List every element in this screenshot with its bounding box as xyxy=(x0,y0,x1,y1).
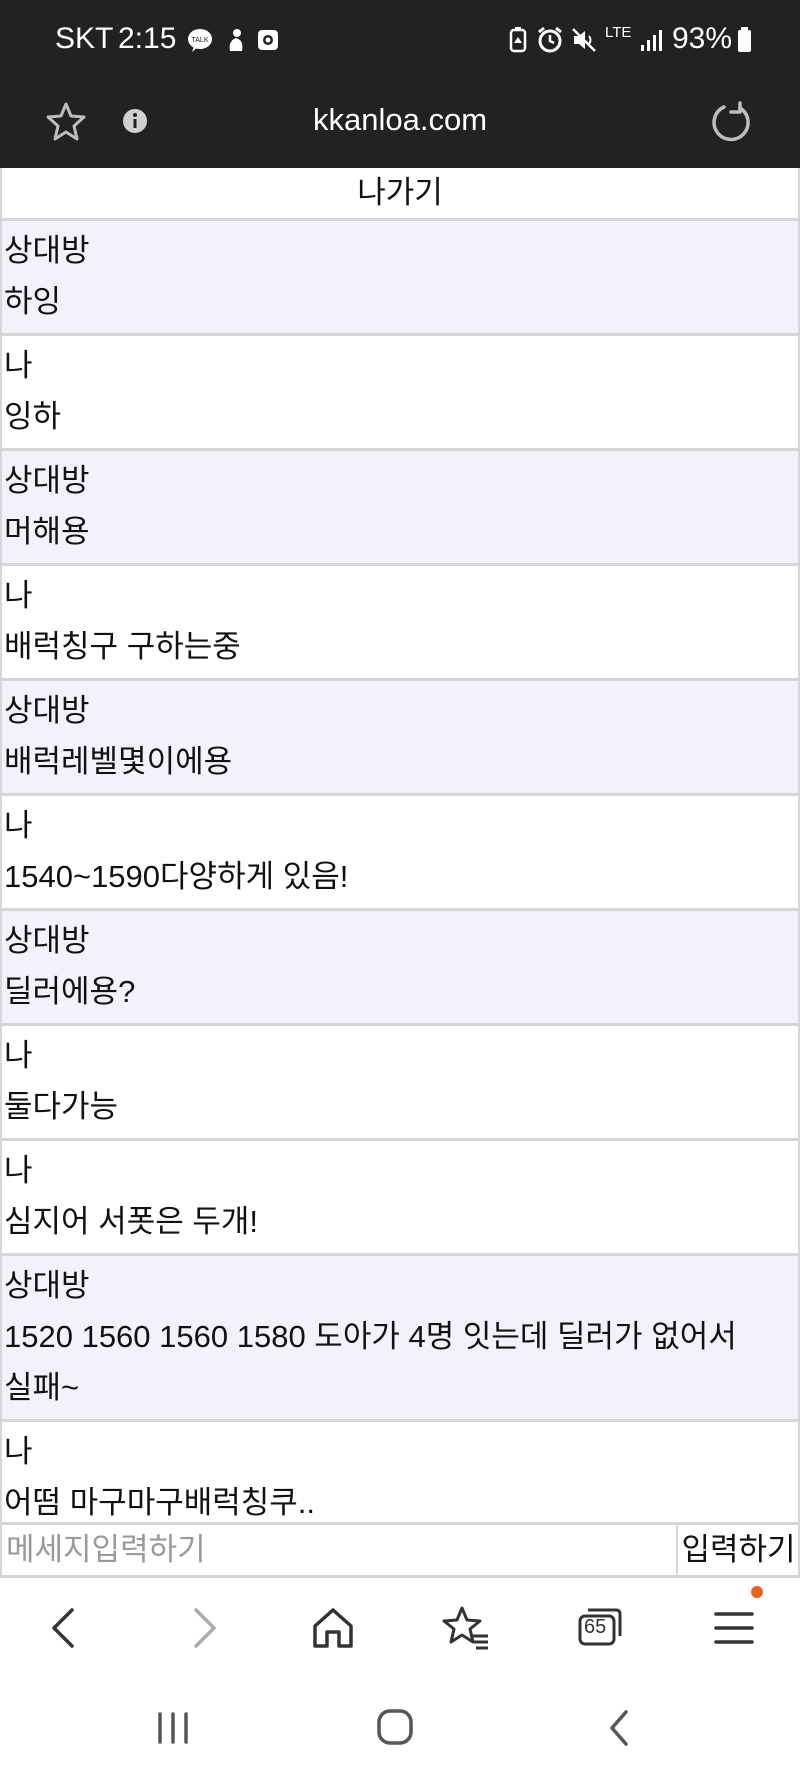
recents-icon[interactable] xyxy=(148,1706,198,1750)
back-nav-icon[interactable] xyxy=(596,1706,646,1750)
status-bar: SKT 2:15 TALK LTE 93% xyxy=(0,0,800,82)
message-row: 상대방딜러에용? xyxy=(2,911,798,1026)
message-text: 배럭칭구 구하는중 xyxy=(4,629,241,664)
message-text: 하잉 xyxy=(4,284,62,319)
message-sender: 나 xyxy=(4,348,33,383)
eco-battery-icon xyxy=(509,27,527,53)
reload-icon[interactable] xyxy=(710,100,754,144)
app-notification-icon xyxy=(258,30,278,50)
message-row: 나잉하 xyxy=(2,336,798,451)
system-nav-bar xyxy=(0,1678,800,1778)
game-notification-icon xyxy=(229,29,243,51)
message-sender: 상대방 xyxy=(4,1268,90,1303)
mute-icon xyxy=(572,28,596,52)
back-icon[interactable] xyxy=(38,1600,94,1656)
chat-area: 나가기 상대방 하잉 나 잉하 상대방 머해용 나 배럭칭구 구하는중 상대방 배럭레벨몇이에용 나… xyxy=(0,168,800,1522)
message-text: 잉하 xyxy=(4,399,62,434)
message-text: 1520 1560 1560 1580 도아가 4명 잇는데 딜러가 없어서 실… xyxy=(4,1319,746,1405)
message-sender: 나 xyxy=(4,1434,33,1469)
message-sender: 나 xyxy=(4,1153,33,1188)
message-row: 상대방하잉 xyxy=(2,221,798,336)
message-text: 1540~1590다양하게 있음! xyxy=(4,859,349,894)
message-row: 상대방 1520 1560 1560 1580 도아가 4명 잇는데 딜러가 없어… xyxy=(2,1256,798,1422)
battery-percent: 93% xyxy=(672,22,733,55)
message-sender: 나 xyxy=(4,808,33,843)
message-sender: 상대방 xyxy=(4,233,90,268)
svg-text:TALK: TALK xyxy=(192,37,209,44)
message-row: 나 1540~1590다양하게 있음! xyxy=(2,796,798,911)
message-sender: 나 xyxy=(4,1038,33,1073)
message-text: 어떰 마구마구배럭칭쿠.. xyxy=(4,1485,316,1520)
message-text: 딜러에용? xyxy=(4,974,136,1009)
message-row: 나어떰 마구마구배럭칭쿠.. xyxy=(2,1422,798,1522)
url-bar: kkanloa.com xyxy=(0,82,800,168)
message-sender: 상대방 xyxy=(4,923,90,958)
home-icon[interactable] xyxy=(305,1600,361,1656)
message-row: 나배럭칭구 구하는중 xyxy=(2,566,798,681)
talk-notification-icon: TALK xyxy=(188,29,212,52)
bookmarks-icon[interactable] xyxy=(438,1600,494,1656)
menu-icon[interactable] xyxy=(706,1600,762,1656)
message-sender: 상대방 xyxy=(4,463,90,498)
message-text: 배럭레벨몇이에용 xyxy=(4,744,233,779)
message-row: 상대방배럭레벨몇이에용 xyxy=(2,681,798,796)
browser-toolbar: 65 xyxy=(0,1578,800,1678)
tab-count: 65 xyxy=(584,1616,607,1638)
send-button[interactable]: 입력하기 xyxy=(679,1525,800,1575)
url-domain[interactable]: kkanloa.com xyxy=(0,102,800,138)
alarm-icon xyxy=(538,26,562,53)
message-row: 상대방머해용 xyxy=(2,451,798,566)
signal-icon xyxy=(641,30,662,51)
carrier-label: SKT xyxy=(55,22,114,55)
forward-icon[interactable] xyxy=(174,1600,230,1656)
menu-badge xyxy=(751,1586,763,1598)
home-nav-icon[interactable] xyxy=(370,1706,420,1750)
battery-icon xyxy=(738,27,751,52)
network-type: LTE xyxy=(605,24,632,41)
message-sender: 상대방 xyxy=(4,693,90,728)
message-list: 상대방 하잉 나 잉하 상대방 머해용 나 배럭칭구 구하는중 상대방 배럭레벨몇이에용 나 1540… xyxy=(2,221,798,1522)
message-text: 심지어 서폿은 두개! xyxy=(4,1204,258,1239)
message-sender: 나 xyxy=(4,578,33,613)
message-input-row: 입력하기 xyxy=(0,1522,800,1578)
message-text: 머해용 xyxy=(4,514,90,549)
message-row: 나둘다가능 xyxy=(2,1026,798,1141)
message-row: 나심지어 서폿은 두개! xyxy=(2,1141,798,1256)
message-input[interactable] xyxy=(0,1525,678,1575)
clock: 2:15 xyxy=(118,22,177,55)
exit-button[interactable]: 나가기 xyxy=(2,168,798,221)
message-text: 둘다가능 xyxy=(4,1089,119,1124)
browser-top-bar: SKT 2:15 TALK LTE 93% kkanloa.com xyxy=(0,0,800,168)
